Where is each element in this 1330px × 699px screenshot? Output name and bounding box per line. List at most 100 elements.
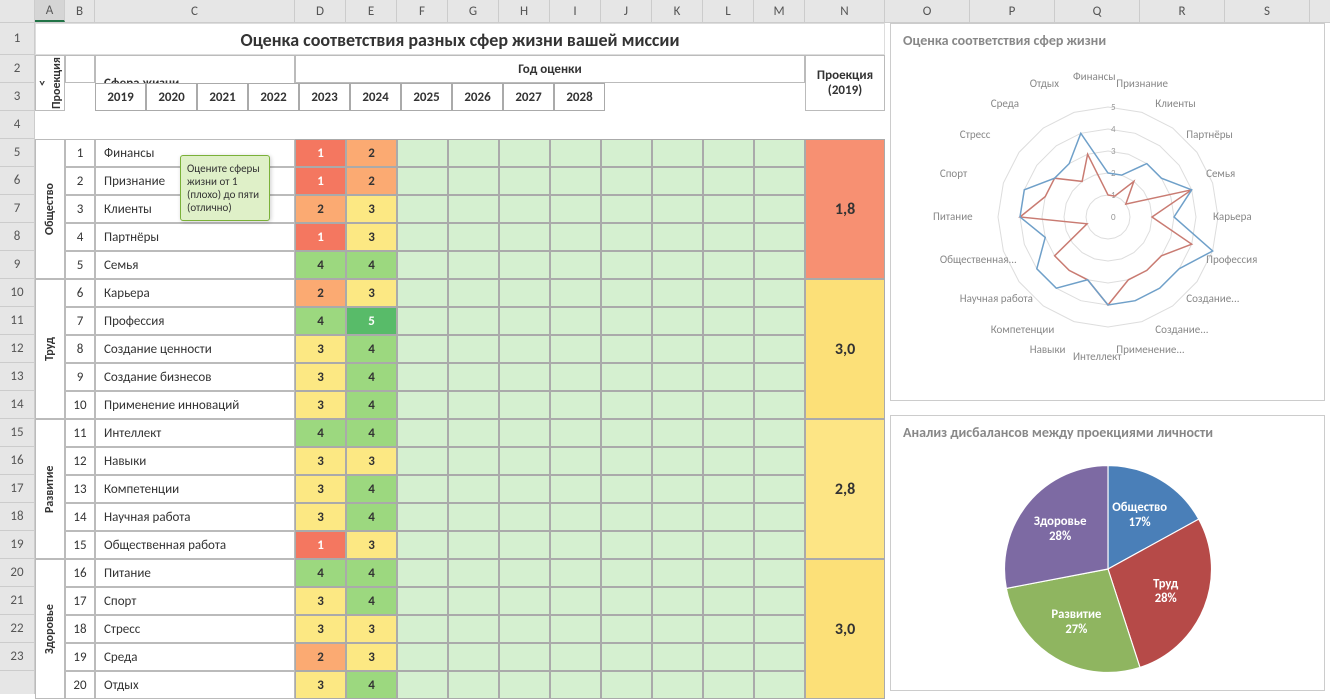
cell[interactable] [601,615,652,643]
cell[interactable] [397,475,448,503]
cell[interactable] [550,251,601,279]
row-header-1[interactable]: 1 [0,23,34,55]
cell[interactable]: 4 [346,391,397,419]
cell[interactable] [652,671,703,699]
cell[interactable] [652,559,703,587]
year-2025[interactable]: 2025 [401,83,452,111]
cell[interactable] [601,167,652,195]
cell[interactable]: 1 [295,167,346,195]
row-header-9[interactable]: 9 [0,251,34,279]
sphere-name[interactable]: Спорт [95,587,295,615]
cell[interactable] [754,559,805,587]
sphere-name[interactable]: Создание ценности [95,335,295,363]
cell[interactable] [652,279,703,307]
cell[interactable] [397,671,448,699]
row-header-13[interactable]: 13 [0,363,34,391]
cell[interactable] [754,335,805,363]
cell[interactable] [703,587,754,615]
cell[interactable] [448,251,499,279]
cell[interactable] [601,531,652,559]
cell[interactable]: 3 [295,335,346,363]
cell[interactable] [652,307,703,335]
cell[interactable] [397,363,448,391]
row-num[interactable]: 19 [65,643,95,671]
cell[interactable] [601,643,652,671]
col-header-Q[interactable]: Q [1055,0,1140,22]
cell[interactable]: 3 [295,503,346,531]
col-header-F[interactable]: F [397,0,448,22]
cell[interactable] [754,139,805,167]
cell[interactable] [397,643,448,671]
cell[interactable] [448,475,499,503]
row-header-16[interactable]: 16 [0,447,34,475]
cell[interactable]: 2 [295,195,346,223]
cell[interactable] [601,587,652,615]
row-num[interactable]: 3 [65,195,95,223]
cell[interactable] [754,475,805,503]
row-num[interactable]: 10 [65,391,95,419]
cell[interactable]: 2 [346,167,397,195]
cell[interactable] [754,223,805,251]
row-header-21[interactable]: 21 [0,587,34,615]
cell[interactable] [397,335,448,363]
row-header-11[interactable]: 11 [0,307,34,335]
col-header-D[interactable]: D [295,0,346,22]
row-num[interactable]: 2 [65,167,95,195]
row-header-22[interactable]: 22 [0,615,34,643]
cell[interactable] [754,391,805,419]
row-header-7[interactable]: 7 [0,195,34,223]
cell[interactable] [499,559,550,587]
cell[interactable] [550,615,601,643]
cell[interactable]: 4 [295,251,346,279]
cell[interactable]: 4 [346,363,397,391]
year-2026[interactable]: 2026 [452,83,503,111]
cell[interactable] [448,167,499,195]
cell[interactable] [448,307,499,335]
cell[interactable]: 3 [346,643,397,671]
row-header-5[interactable]: 5 [0,139,34,167]
row-num[interactable]: 9 [65,363,95,391]
cell[interactable] [601,559,652,587]
row-num[interactable]: 13 [65,475,95,503]
cell[interactable] [397,559,448,587]
group-Труд[interactable]: Труд [35,279,65,419]
col-header-C[interactable]: C [95,0,295,22]
cell[interactable] [652,195,703,223]
cell[interactable]: 2 [346,139,397,167]
cell[interactable] [601,671,652,699]
cell[interactable] [499,503,550,531]
cell[interactable] [703,419,754,447]
cell[interactable] [754,615,805,643]
cell[interactable] [499,223,550,251]
row-num[interactable]: 14 [65,503,95,531]
cell[interactable] [550,503,601,531]
cell[interactable] [652,391,703,419]
projection-column-header[interactable]: < Проекция [35,55,65,111]
cell[interactable] [652,335,703,363]
cell[interactable] [397,503,448,531]
row-num[interactable]: 5 [65,251,95,279]
col-header-L[interactable]: L [703,0,754,22]
cell[interactable] [550,643,601,671]
cell[interactable] [652,643,703,671]
cell[interactable] [601,223,652,251]
row-header-19[interactable]: 19 [0,531,34,559]
col-header-E[interactable]: E [346,0,397,22]
sphere-name[interactable]: Создание бизнесов [95,363,295,391]
row-header-4[interactable]: 4 [0,111,34,139]
sphere-name[interactable]: Компетенции [95,475,295,503]
cell[interactable]: 4 [346,671,397,699]
cell[interactable] [550,531,601,559]
cell[interactable] [448,559,499,587]
cell[interactable] [703,195,754,223]
cell[interactable] [601,503,652,531]
cell[interactable]: 4 [346,587,397,615]
cell[interactable] [397,615,448,643]
year-2024[interactable]: 2024 [350,83,401,111]
cell[interactable] [754,363,805,391]
year-2028[interactable]: 2028 [554,83,605,111]
cell[interactable] [499,531,550,559]
row-header-15[interactable]: 15 [0,419,34,447]
cell[interactable] [703,335,754,363]
cell[interactable]: 2 [295,279,346,307]
